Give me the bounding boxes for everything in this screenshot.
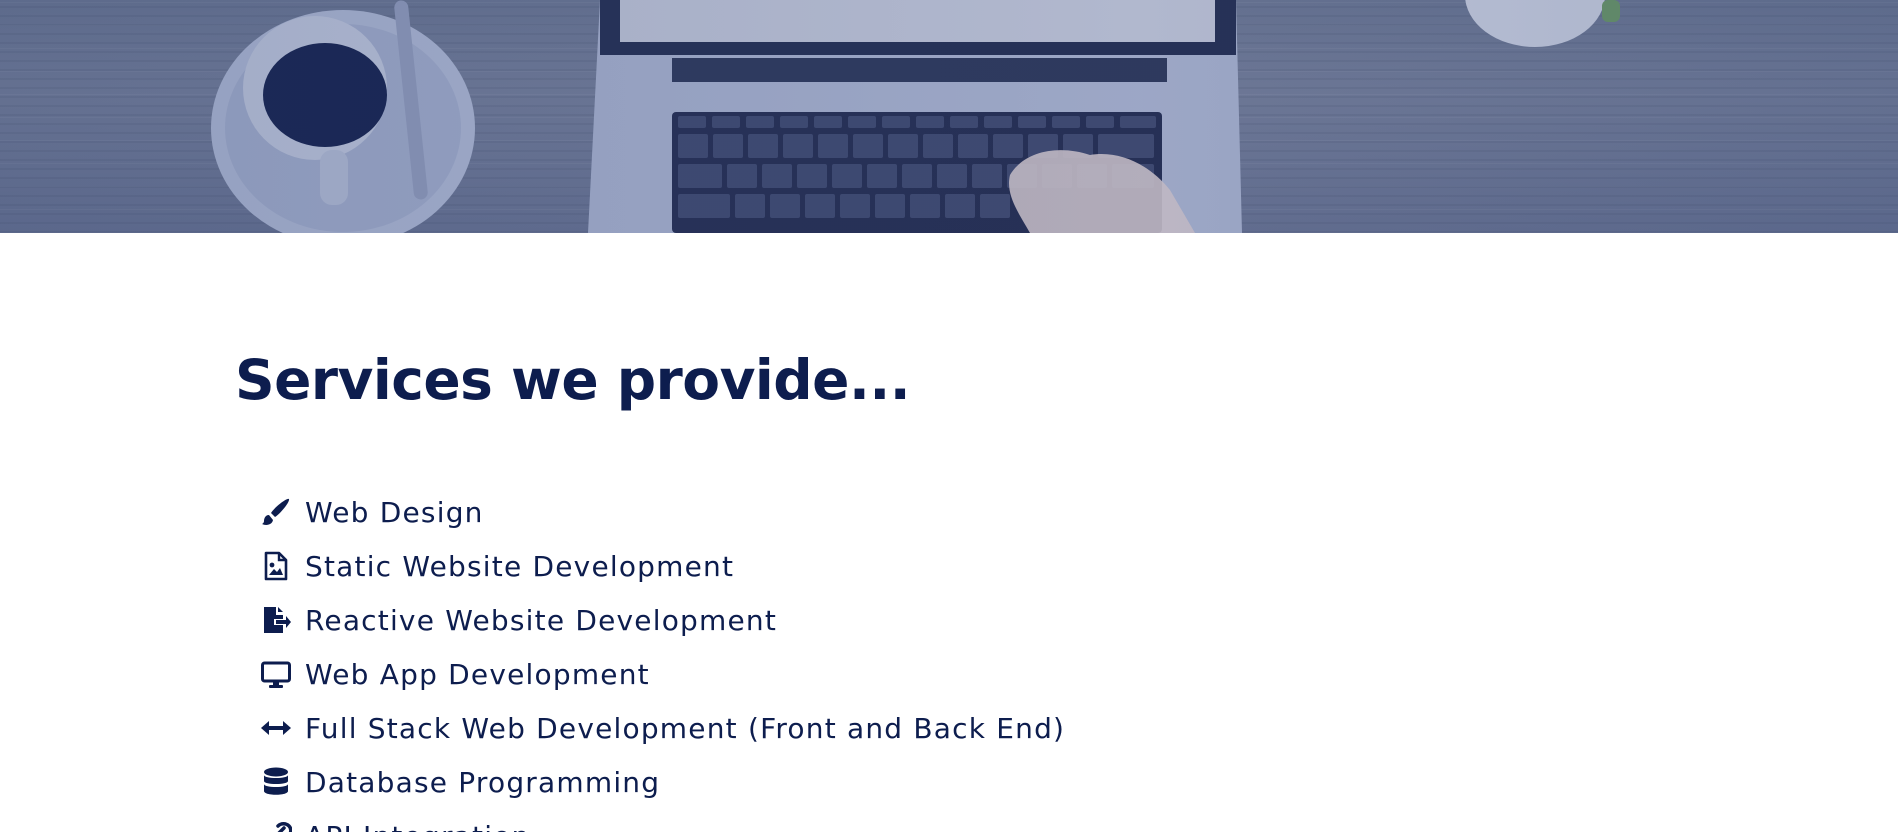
desktop-icon (260, 647, 305, 701)
services-title: Services we provide... (235, 348, 911, 412)
list-item: Web Design (260, 485, 1435, 539)
link-icon (260, 809, 305, 832)
service-label: Full Stack Web Development (Front and Ba… (305, 711, 1066, 745)
service-label: Reactive Website Development (305, 603, 778, 637)
file-image-icon (260, 539, 305, 593)
list-item: Web App Development (260, 647, 1435, 701)
list-item: Reactive Website Development (260, 593, 1435, 647)
list-item: API Integration (260, 809, 1435, 832)
list-item: Full Stack Web Development (Front and Ba… (260, 701, 1435, 755)
list-item: Static Website Development (260, 539, 1435, 593)
file-export-icon (260, 593, 305, 647)
database-icon (260, 755, 305, 809)
hero-image (0, 0, 1898, 233)
arrows-horizontal-icon (260, 701, 305, 755)
services-section: Services we provide... Web Design Static… (235, 340, 1435, 832)
service-label: API Integration (305, 820, 530, 832)
service-label: Static Website Development (305, 549, 735, 583)
service-list: Web Design Static Website Development Re… (235, 485, 1435, 832)
service-label: Web App Development (305, 657, 650, 691)
service-label: Database Programming (305, 765, 661, 799)
service-label: Web Design (305, 495, 484, 529)
list-item: Database Programming (260, 755, 1435, 809)
paint-brush-icon (260, 485, 305, 539)
